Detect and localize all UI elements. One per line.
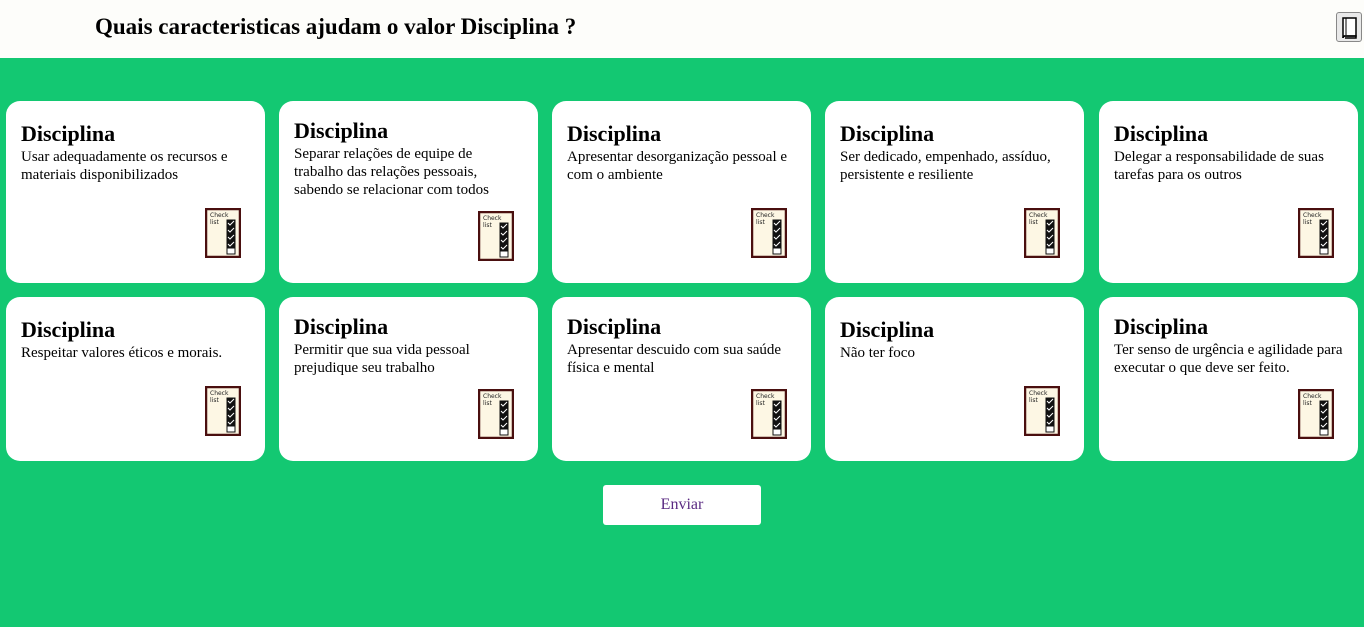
- option-card[interactable]: Disciplina Ter senso de urgência e agili…: [1099, 297, 1358, 461]
- checklist-icon: Checklist: [1024, 386, 1060, 436]
- card-title: Disciplina: [567, 314, 662, 339]
- option-card[interactable]: Disciplina Usar adequadamente os recurso…: [6, 101, 265, 283]
- svg-text:list: list: [756, 400, 765, 407]
- card-text: Não ter foco: [840, 345, 915, 361]
- book-icon: [1342, 17, 1357, 39]
- svg-text:list: list: [1303, 400, 1312, 407]
- card-title: Disciplina: [840, 121, 935, 146]
- card-title: Disciplina: [21, 121, 116, 146]
- checklist-icon: Checklist: [478, 389, 514, 439]
- card-title: Disciplina: [21, 317, 116, 342]
- svg-text:Check: Check: [1029, 212, 1048, 219]
- svg-text:Check: Check: [756, 212, 775, 219]
- option-card[interactable]: Disciplina Delegar a responsabilidade de…: [1099, 101, 1358, 283]
- card-title: Disciplina: [1114, 314, 1209, 339]
- checklist-icon: Checklist: [751, 389, 787, 439]
- option-card[interactable]: Disciplina Respeitar valores éticos e mo…: [6, 297, 265, 461]
- svg-text:Check: Check: [483, 215, 502, 222]
- svg-text:list: list: [1029, 397, 1038, 404]
- option-card[interactable]: Disciplina Não ter foco Check list: [825, 297, 1084, 461]
- checklist-icon: Checklist: [1024, 208, 1060, 258]
- card-text: Permitir que sua vida pessoal prejudique…: [294, 342, 470, 376]
- card-text: Ser dedicado, empenhado, assíduo, persis…: [840, 149, 1051, 183]
- svg-text:list: list: [483, 400, 492, 407]
- card-title: Disciplina: [294, 314, 389, 339]
- book-button[interactable]: [1336, 12, 1362, 42]
- svg-text:list: list: [483, 222, 492, 229]
- svg-text:list: list: [1029, 219, 1038, 226]
- checklist-icon: Checklist: [1298, 208, 1334, 258]
- checklist-icon: Checklist: [478, 211, 514, 261]
- checklist-icon: Checklist: [205, 386, 241, 436]
- checklist-icon: Checklist: [205, 208, 241, 258]
- card-title: Disciplina: [294, 118, 389, 143]
- option-card[interactable]: Disciplina Permitir que sua vida pessoal…: [279, 297, 538, 461]
- svg-text:Check: Check: [210, 212, 229, 219]
- card-text: Respeitar valores éticos e morais.: [21, 345, 223, 361]
- svg-text:Check: Check: [210, 390, 229, 397]
- checklist-icon: Checklist: [1298, 389, 1334, 439]
- card-text: Apresentar descuido com sua saúde física…: [567, 342, 782, 376]
- checklist-icon: Checklist: [751, 208, 787, 258]
- card-title: Disciplina: [1114, 121, 1209, 146]
- card-title: Disciplina: [567, 121, 662, 146]
- option-card[interactable]: Disciplina Ser dedicado, empenhado, assí…: [825, 101, 1084, 283]
- card-text: Delegar a responsabilidade de suas taref…: [1114, 149, 1324, 183]
- svg-text:list: list: [210, 219, 219, 226]
- card-text: Apresentar desorganização pessoal e com …: [567, 149, 788, 183]
- svg-text:Check: Check: [483, 393, 502, 400]
- card-title: Disciplina: [840, 317, 935, 342]
- option-card[interactable]: Disciplina Separar relações de equipe de…: [279, 101, 538, 283]
- card-text: Usar adequadamente os recursos e materia…: [21, 149, 228, 183]
- svg-text:list: list: [756, 219, 765, 226]
- svg-text:Check: Check: [1029, 390, 1048, 397]
- card-text: Ter senso de urgência e agilidade para e…: [1114, 342, 1343, 376]
- page-title: Quais caracteristicas ajudam o valor Dis…: [95, 14, 577, 39]
- card-text: Separar relações de equipe de trabalho d…: [294, 146, 489, 198]
- svg-text:Check: Check: [1303, 393, 1322, 400]
- svg-text:list: list: [1303, 219, 1312, 226]
- header-bar: Quais caracteristicas ajudam o valor Dis…: [0, 0, 1364, 58]
- option-card[interactable]: Disciplina Apresentar descuido com sua s…: [552, 297, 811, 461]
- option-card[interactable]: Disciplina Apresentar desorganização pes…: [552, 101, 811, 283]
- svg-text:Check: Check: [1303, 212, 1322, 219]
- svg-text:Check: Check: [756, 393, 775, 400]
- svg-text:list: list: [210, 397, 219, 404]
- submit-button[interactable]: Enviar: [603, 485, 761, 525]
